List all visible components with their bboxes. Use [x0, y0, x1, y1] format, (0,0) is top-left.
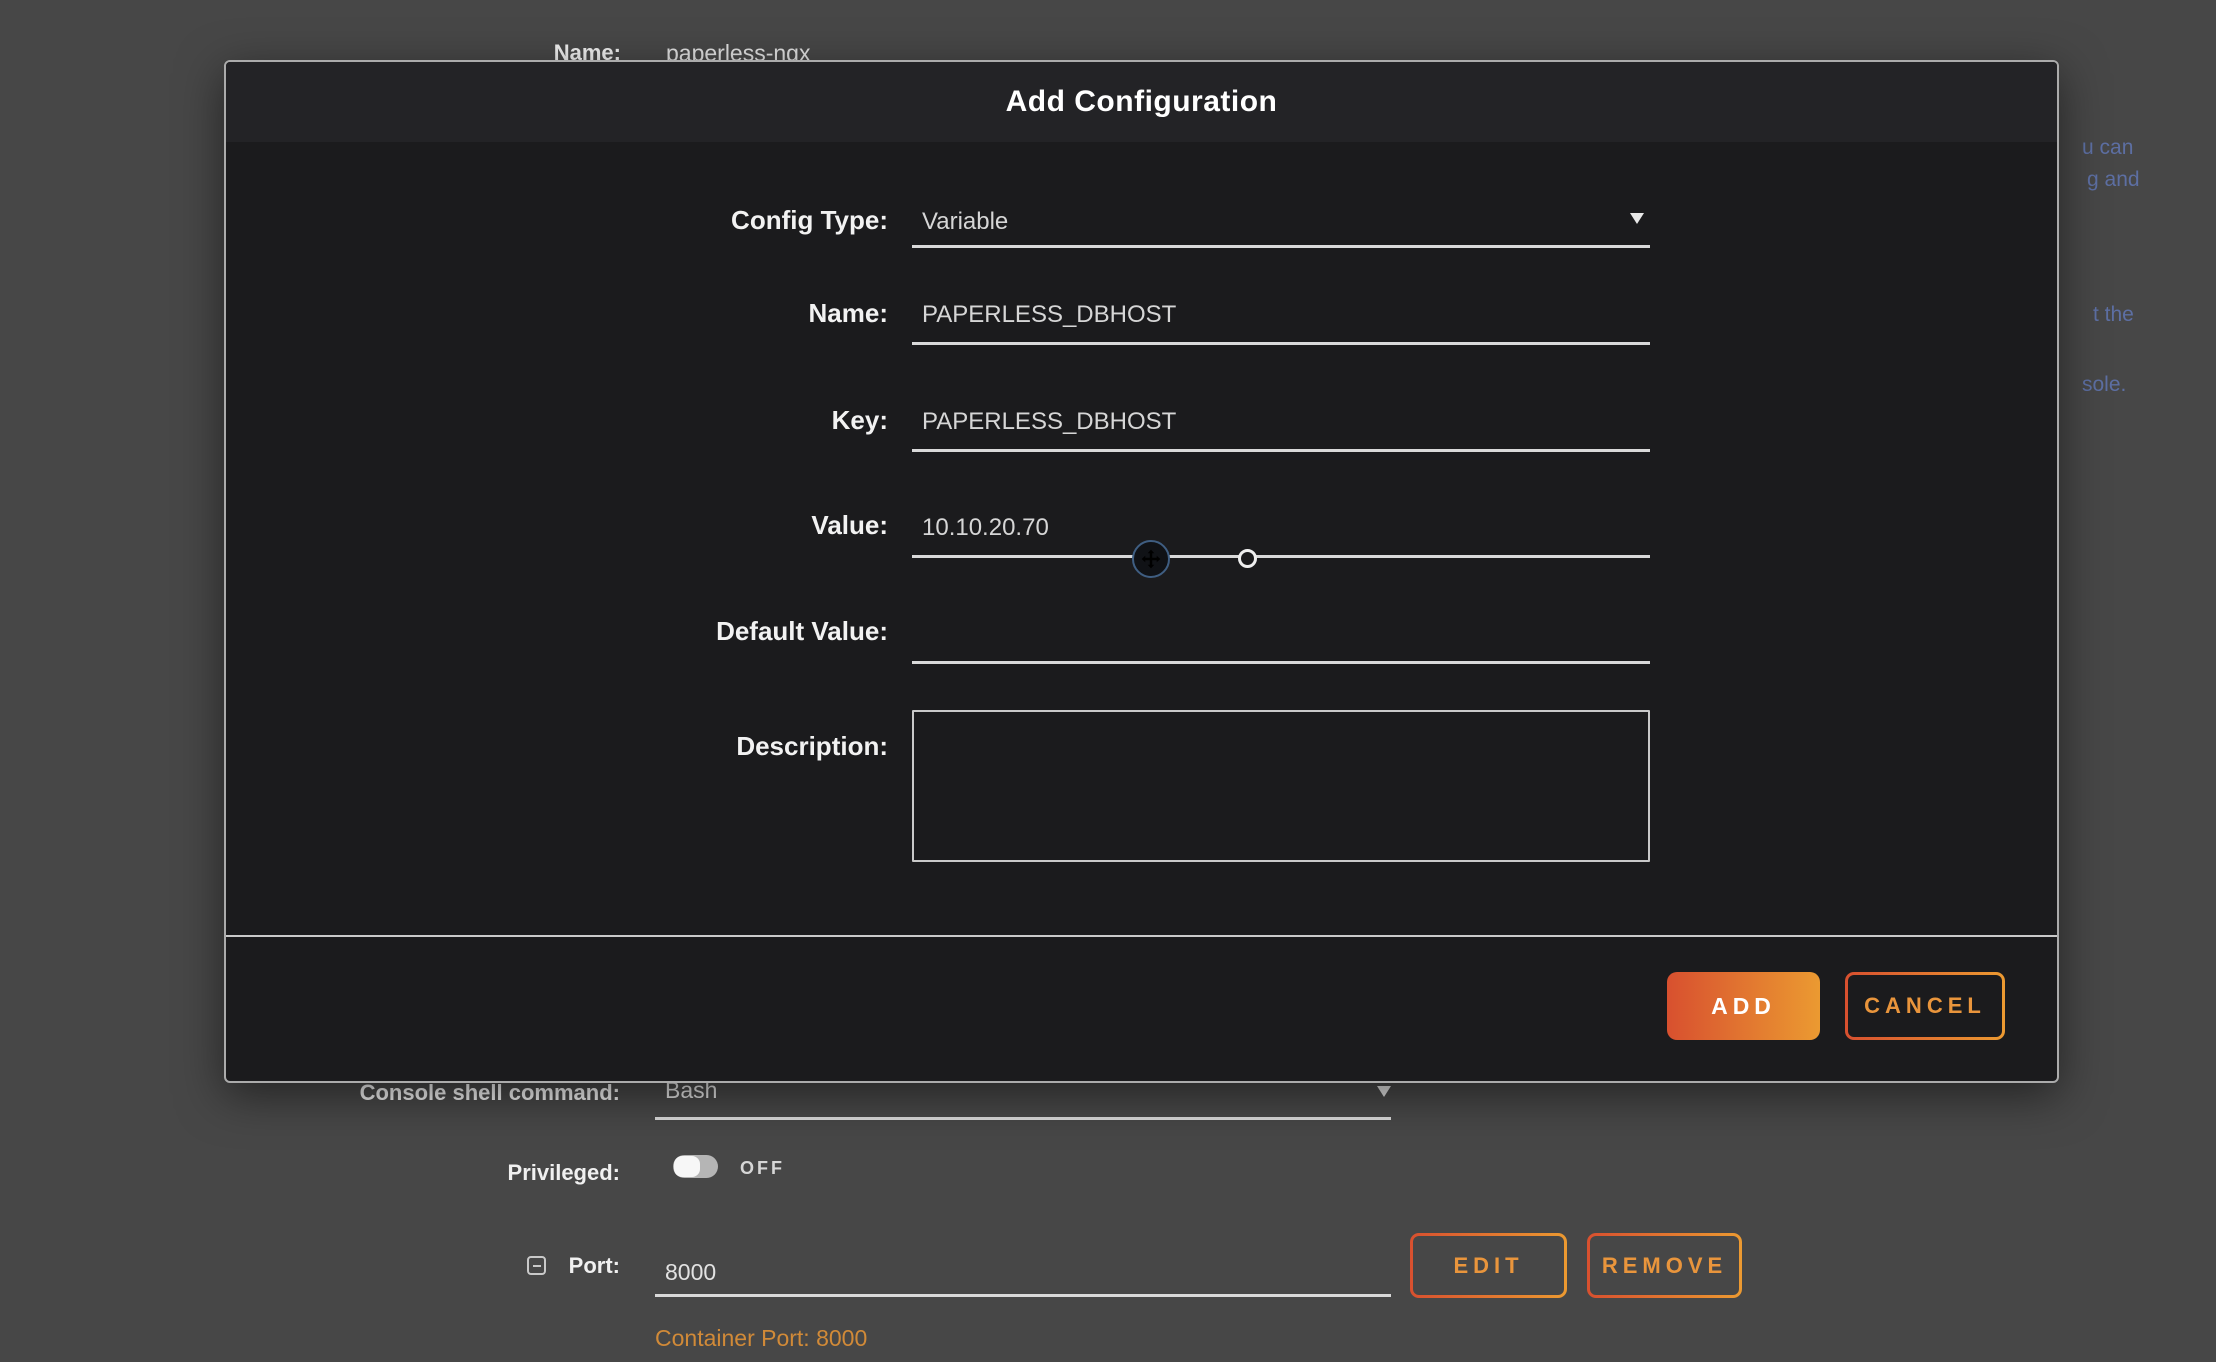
name-label: Name: — [512, 298, 888, 329]
click-ring-icon — [1238, 549, 1257, 568]
privileged-state: OFF — [740, 1158, 785, 1179]
description-textarea[interactable] — [912, 710, 1650, 862]
remove-button[interactable]: REMOVE — [1587, 1233, 1742, 1298]
add-configuration-modal: Add Configuration Config Type: Variable … — [224, 60, 2059, 1083]
key-label: Key: — [512, 405, 888, 436]
value-input[interactable] — [912, 508, 1650, 558]
edit-button-label: EDIT — [1413, 1236, 1564, 1295]
help-text-fragment: g and — [2087, 168, 2140, 192]
footer-divider — [226, 935, 2057, 937]
move-cursor-icon — [1132, 540, 1170, 578]
description-label: Description: — [512, 731, 888, 762]
console-shell-select[interactable]: Bash — [655, 1077, 1391, 1120]
cancel-button-label: CANCEL — [1848, 975, 2002, 1037]
value-label: Value: — [512, 510, 888, 541]
chevron-down-icon — [1377, 1086, 1391, 1097]
port-label: Port: — [420, 1253, 620, 1279]
cancel-button[interactable]: CANCEL — [1845, 972, 2005, 1040]
name-input[interactable] — [912, 295, 1650, 345]
add-button[interactable]: ADD — [1667, 972, 1820, 1040]
modal-title: Add Configuration — [1006, 85, 1278, 119]
docker-edit-page: Name: paperless-ngx u can g and t the so… — [0, 0, 2216, 1362]
config-type-label: Config Type: — [512, 205, 888, 236]
console-shell-label: Console shell command: — [320, 1080, 620, 1106]
privileged-label: Privileged: — [320, 1160, 620, 1186]
port-input[interactable] — [655, 1256, 1391, 1297]
default-value-input[interactable] — [912, 614, 1650, 664]
edit-button[interactable]: EDIT — [1410, 1233, 1567, 1298]
config-type-value: Variable — [922, 208, 1008, 236]
key-input[interactable] — [912, 402, 1650, 452]
default-value-label: Default Value: — [512, 616, 888, 647]
help-text-fragment: t the — [2093, 303, 2134, 327]
remove-button-label: REMOVE — [1590, 1236, 1739, 1295]
help-text-fragment: sole. — [2082, 373, 2126, 397]
chevron-down-icon — [1630, 213, 1644, 224]
config-type-select[interactable]: Variable — [912, 198, 1650, 248]
privileged-toggle[interactable] — [673, 1155, 718, 1178]
toggle-knob-icon — [674, 1156, 700, 1177]
modal-header: Add Configuration — [226, 62, 2057, 142]
container-port-hint: Container Port: 8000 — [655, 1325, 867, 1352]
help-text-fragment: u can — [2082, 136, 2133, 160]
